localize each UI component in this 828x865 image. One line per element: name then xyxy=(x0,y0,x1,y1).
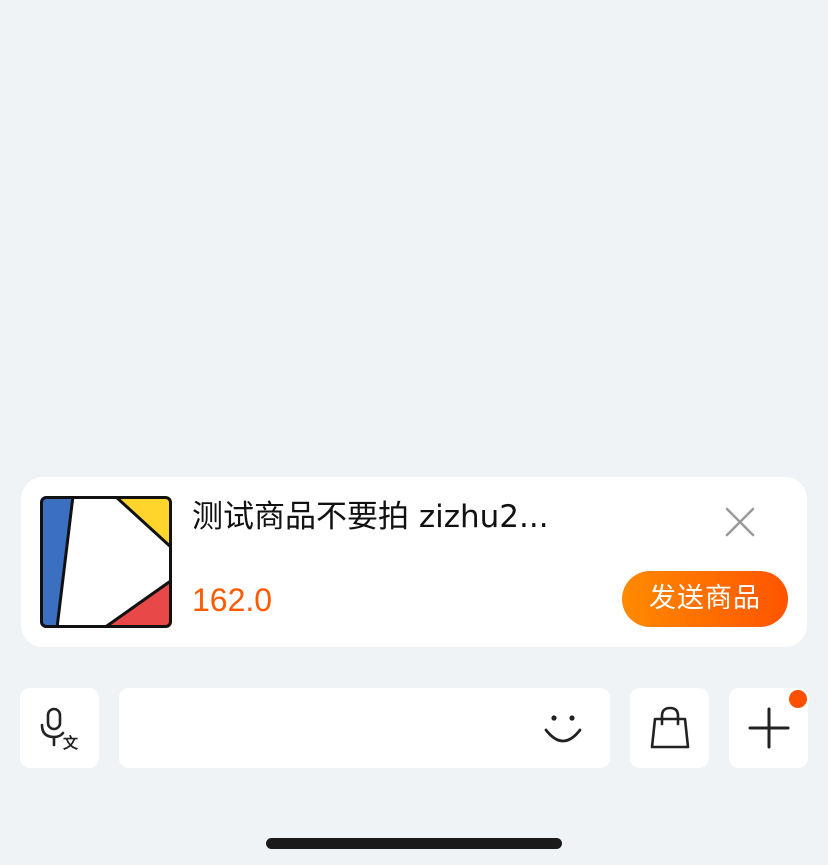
notification-dot xyxy=(787,688,809,710)
home-indicator[interactable] xyxy=(266,838,562,849)
product-image-icon xyxy=(40,496,172,628)
product-card: 测试商品不要拍 zizhu2... 162.0 发送商品 xyxy=(21,477,807,647)
product-price: 162.0 xyxy=(192,582,273,618)
send-product-button[interactable]: 发送商品 xyxy=(622,571,788,627)
voice-translate-button[interactable]: 文 xyxy=(20,688,99,768)
shopping-bag-icon xyxy=(650,706,689,749)
message-input[interactable] xyxy=(137,688,541,770)
plus-icon xyxy=(748,707,789,749)
close-card-button[interactable] xyxy=(721,503,759,541)
product-title: 测试商品不要拍 zizhu2... xyxy=(192,499,549,535)
shop-button[interactable] xyxy=(630,688,709,768)
message-input-bar: 文 xyxy=(0,688,828,770)
close-icon xyxy=(725,507,755,537)
product-thumbnail[interactable] xyxy=(40,496,172,628)
more-actions-button[interactable] xyxy=(729,688,809,768)
voice-translate-icon: 文 xyxy=(40,707,79,751)
emoji-icon xyxy=(544,715,582,743)
emoji-button[interactable] xyxy=(537,702,589,754)
message-field-container xyxy=(119,688,610,770)
svg-text:文: 文 xyxy=(63,734,79,751)
